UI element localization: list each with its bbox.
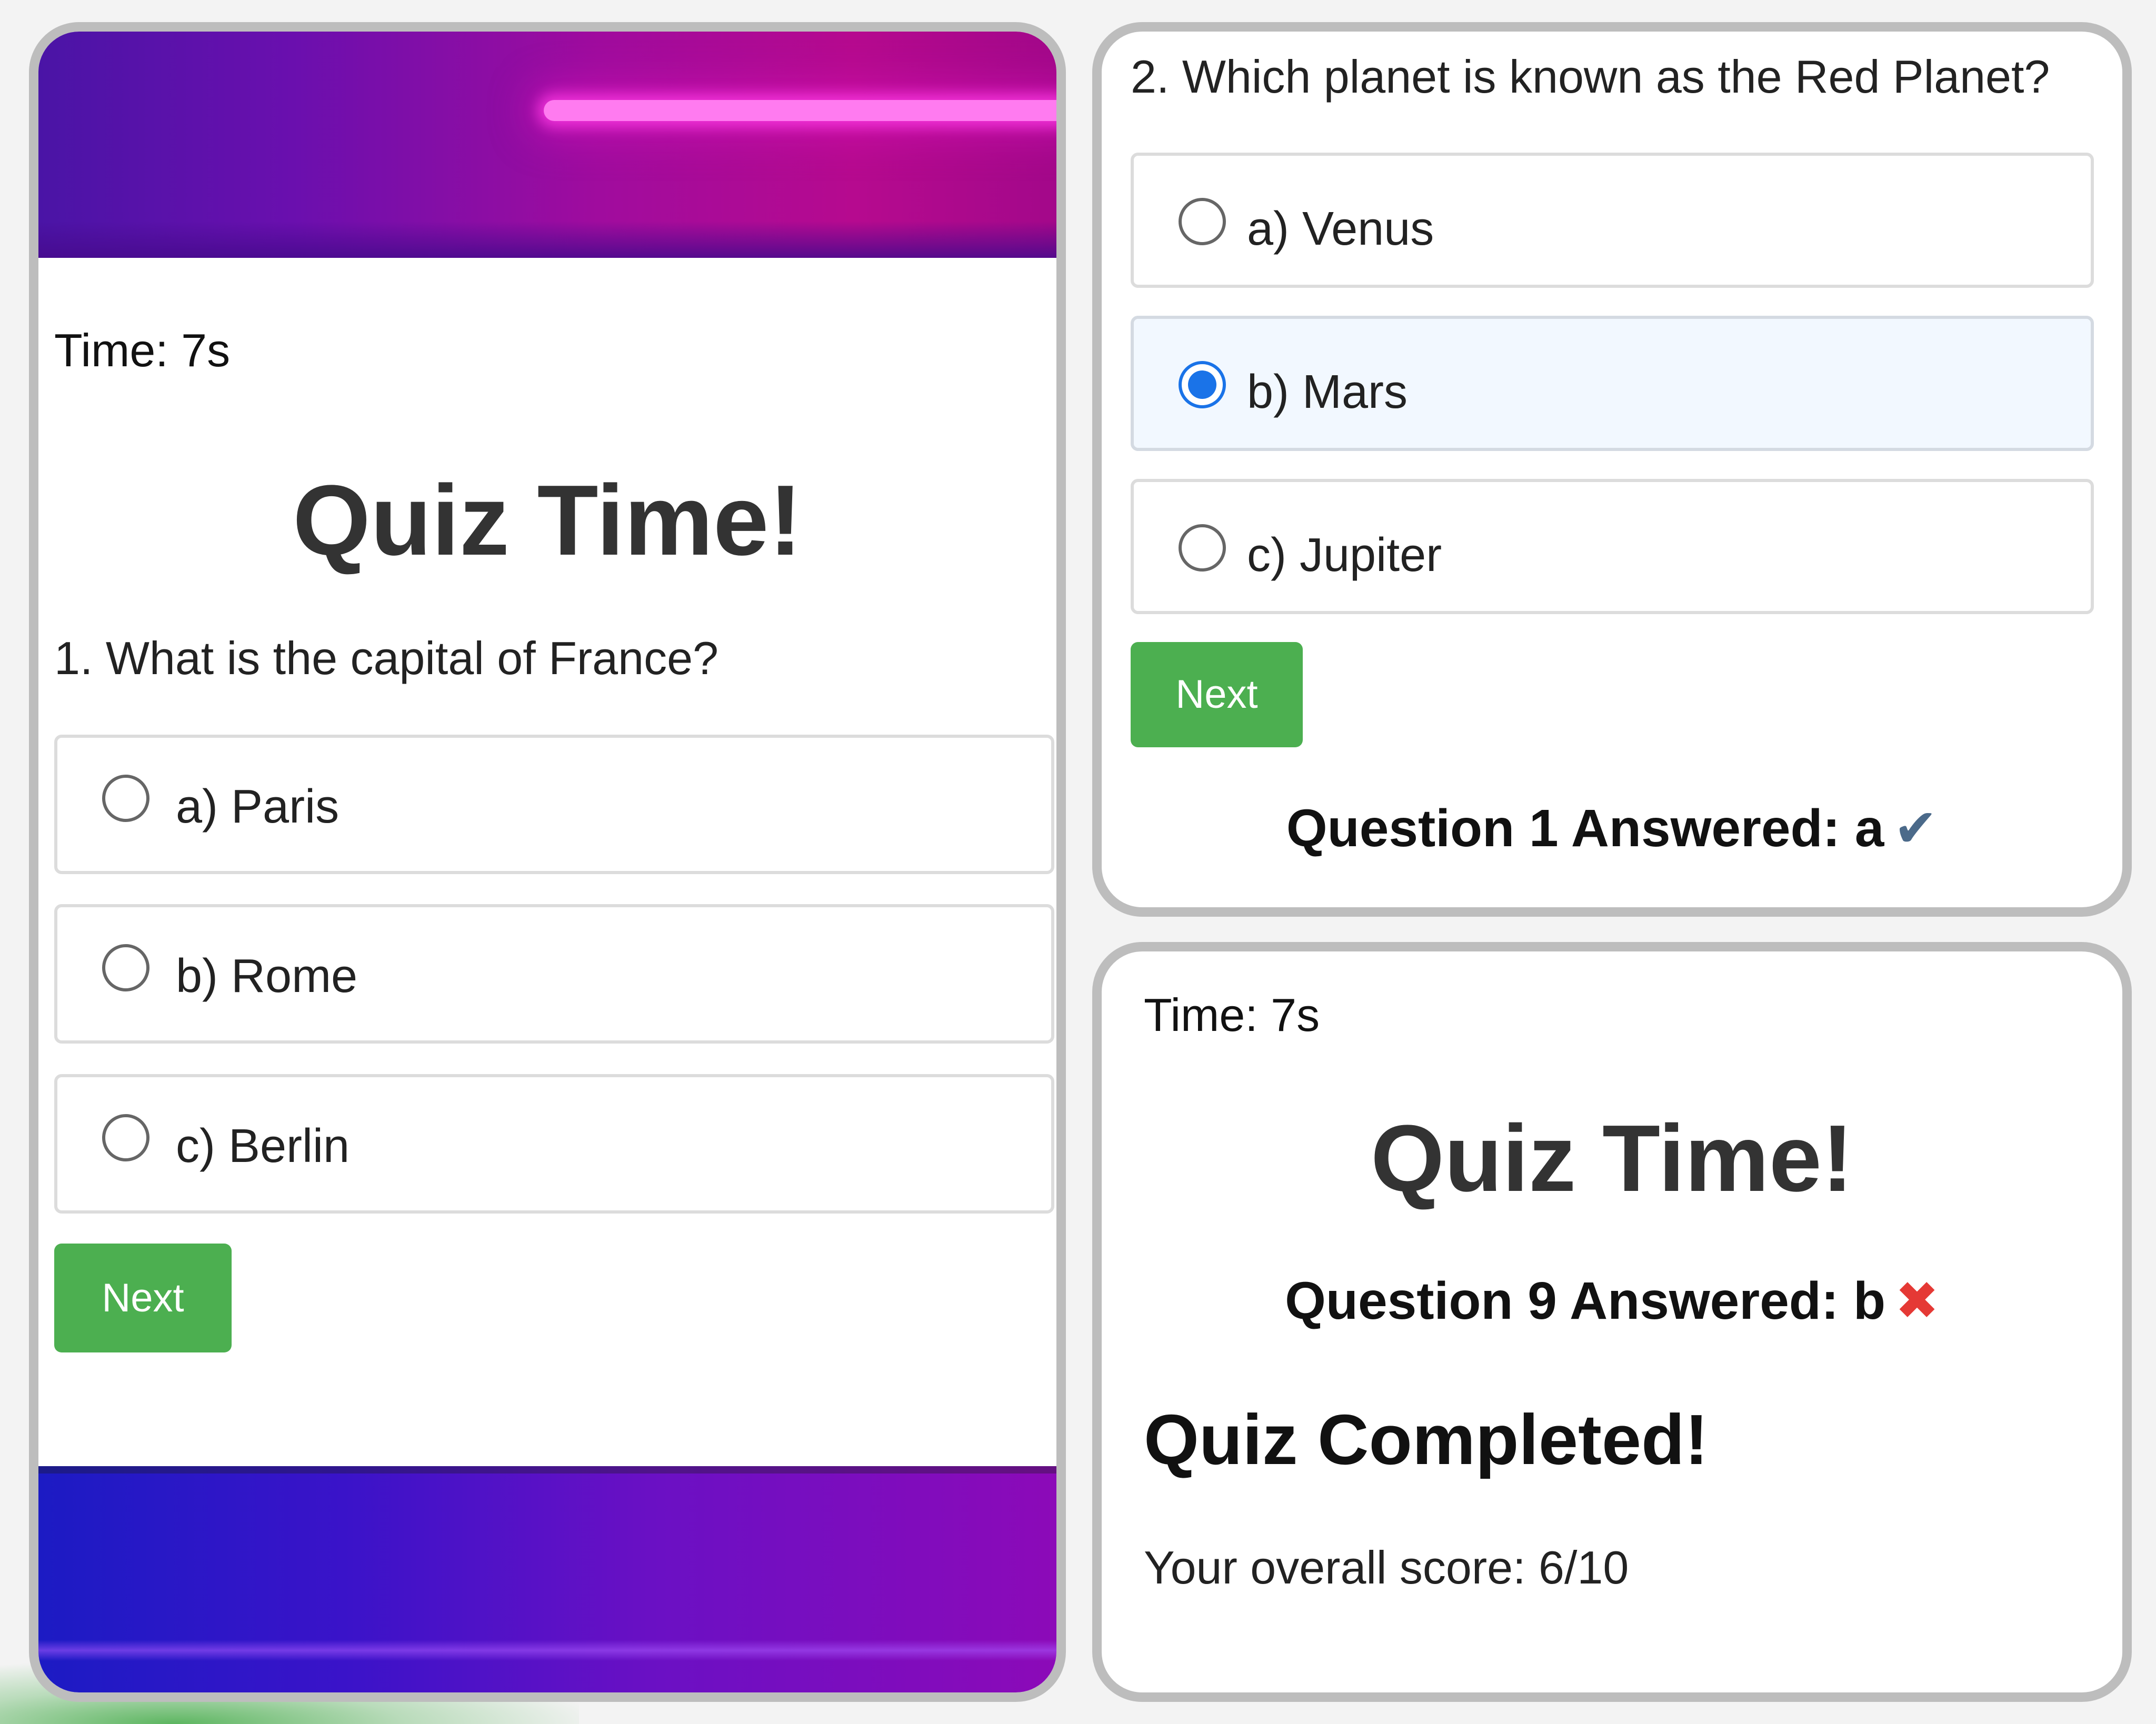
quiz-completed-heading: Quiz Completed! — [1144, 1400, 1709, 1479]
header-banner-image — [38, 32, 1056, 258]
answered-status: Question 9 Answered: b ✖ — [1102, 1270, 2122, 1331]
radio-button-b[interactable] — [102, 944, 149, 991]
page-title: Quiz Time! — [1371, 1106, 1853, 1211]
overall-score-text: Your overall score: 6/10 — [1144, 1541, 1629, 1593]
radio-button-b-checked[interactable] — [1179, 361, 1226, 408]
option-label-c: c) Berlin — [176, 1120, 350, 1172]
next-button[interactable]: Next — [1131, 642, 1303, 747]
quiz-panel-question-2: 2. Which planet is known as the Red Plan… — [1092, 22, 2132, 917]
answered-text: Question 9 Answered: b — [1285, 1271, 1886, 1330]
answer-option-c[interactable]: c) Jupiter — [1131, 479, 2094, 614]
option-label-c: c) Jupiter — [1247, 529, 1442, 582]
cross-mark-icon: ✖ — [1895, 1271, 1939, 1330]
page-title: Quiz Time! — [293, 465, 802, 576]
option-label-a: a) Paris — [176, 780, 340, 833]
quiz-panel-question-1: Time: 7s Quiz Time! 1. What is the capit… — [29, 22, 1066, 1702]
neon-light-decoration — [544, 100, 1056, 121]
answer-option-b[interactable]: b) Mars — [1131, 316, 2094, 451]
radio-button-c[interactable] — [1179, 524, 1226, 572]
answered-status: Question 1 Answered: a ✔ — [1102, 797, 2122, 859]
radio-button-a[interactable] — [1179, 198, 1226, 245]
timer-label: Time: 7s — [54, 324, 231, 376]
radio-button-a[interactable] — [102, 775, 149, 822]
footer-banner-image — [38, 1466, 1056, 1692]
answer-option-a[interactable]: a) Paris — [54, 735, 1054, 874]
answered-text: Question 1 Answered: a — [1286, 799, 1884, 858]
answer-option-b[interactable]: b) Rome — [54, 904, 1054, 1044]
option-label-b: b) Mars — [1247, 366, 1408, 418]
answer-option-a[interactable]: a) Venus — [1131, 153, 2094, 288]
quiz-panel-results: Time: 7s Quiz Time! Question 9 Answered:… — [1092, 942, 2132, 1702]
check-mark-icon: ✔ — [1893, 799, 1938, 858]
timer-label: Time: 7s — [1144, 989, 1320, 1041]
question-text: 1. What is the capital of France? — [54, 632, 718, 684]
option-label-b: b) Rome — [176, 950, 358, 1003]
next-button[interactable]: Next — [54, 1244, 232, 1352]
question-text: 2. Which planet is known as the Red Plan… — [1131, 51, 2050, 103]
radio-button-c[interactable] — [102, 1114, 149, 1161]
answer-option-c[interactable]: c) Berlin — [54, 1074, 1054, 1214]
option-label-a: a) Venus — [1247, 203, 1434, 255]
